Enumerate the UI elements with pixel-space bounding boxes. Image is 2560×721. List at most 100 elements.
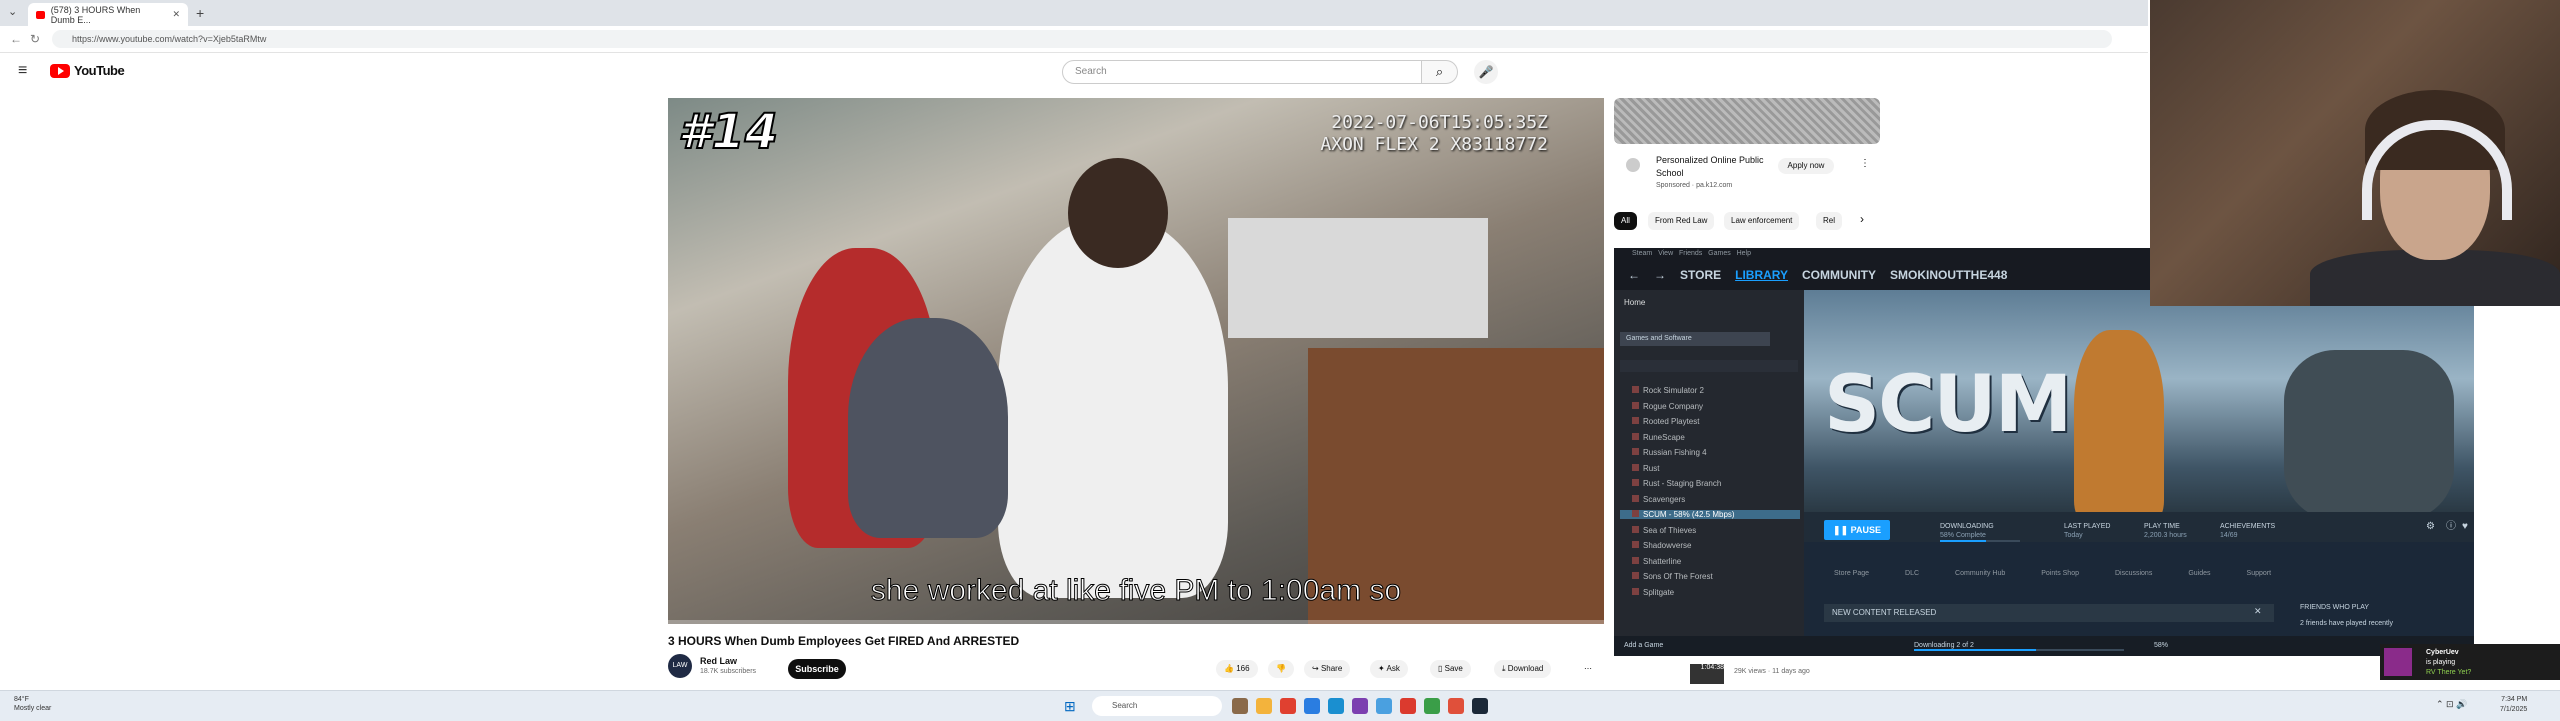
friend-notification[interactable]: CyberUev is playing RV There Yet?: [2380, 644, 2560, 680]
new-content-close-icon[interactable]: ✕: [2254, 606, 2262, 617]
steam-forward-icon[interactable]: →: [1654, 268, 1666, 282]
person-white-shirt: [998, 218, 1228, 598]
steam-menu-friends[interactable]: Friends: [1679, 250, 1702, 257]
like-button[interactable]: 👍 166: [1216, 660, 1258, 678]
tab-list-chevron-icon[interactable]: ⌄: [8, 5, 17, 18]
steam-menu-steam[interactable]: Steam: [1632, 250, 1652, 257]
steam-game-title: Russian Fishing 4: [1643, 448, 1707, 457]
steam-tab-dlc[interactable]: DLC: [1905, 570, 1919, 577]
steam-nav-community[interactable]: COMMUNITY: [1802, 268, 1876, 282]
video-player[interactable]: #14 2022-07-06T15:05:35Z AXON FLEX 2 X83…: [668, 98, 1604, 624]
steam-icon[interactable]: [1472, 698, 1488, 714]
save-button[interactable]: ▯ Save: [1430, 660, 1471, 678]
steam-game-item[interactable]: SCUM - 58% (42.5 Mbps): [1620, 510, 1800, 519]
steam-game-item[interactable]: Rust - Staging Branch: [1632, 479, 1721, 488]
subscribe-button[interactable]: Subscribe: [788, 659, 846, 679]
new-tab-button[interactable]: +: [196, 5, 204, 21]
steam-settings-icon[interactable]: ⚙: [2426, 522, 2435, 532]
steam-menu-games[interactable]: Games: [1708, 250, 1731, 257]
channel-name[interactable]: Red Law: [700, 656, 737, 666]
add-game-button[interactable]: Add a Game: [1624, 636, 1663, 656]
ad-banner-image[interactable]: [1614, 98, 1880, 144]
tab-youtube[interactable]: (578) 3 HOURS When Dumb E... ✕: [28, 3, 188, 26]
chip-next-chevron-icon[interactable]: ›: [1860, 212, 1864, 226]
video-progress-bar[interactable]: [668, 620, 1604, 624]
microphone-icon[interactable]: 🎤: [1474, 60, 1498, 84]
back-icon[interactable]: ←: [10, 32, 22, 46]
tab-close-icon[interactable]: ✕: [172, 9, 180, 20]
edge-icon[interactable]: [1328, 698, 1344, 714]
steam-library-search[interactable]: [1620, 360, 1798, 372]
dislike-button[interactable]: 👎: [1268, 660, 1294, 678]
windows-start-icon[interactable]: ⊞: [1064, 698, 1076, 715]
steam-game-item[interactable]: Rust: [1632, 463, 1659, 473]
taskbar-search[interactable]: Search: [1092, 696, 1222, 716]
steam-nav-library[interactable]: LIBRARY: [1735, 268, 1788, 282]
steam-home-link[interactable]: Home: [1624, 298, 1645, 307]
chip-from-red-law[interactable]: From Red Law: [1648, 212, 1715, 230]
weather-widget[interactable]: 84°F Mostly clear: [14, 695, 51, 713]
clock-date: 7/1/2025: [2500, 706, 2528, 713]
ask-button[interactable]: ✦ Ask: [1370, 660, 1408, 678]
file-explorer-icon[interactable]: [1256, 698, 1272, 714]
steam-game-item[interactable]: Sea of Thieves: [1632, 525, 1696, 535]
steam-game-item[interactable]: Splitgate: [1632, 587, 1674, 597]
taskbar-app-icon[interactable]: [1376, 698, 1392, 714]
steam-back-icon[interactable]: ←: [1628, 268, 1640, 282]
chip-law-enforcement[interactable]: Law enforcement: [1724, 212, 1800, 230]
steam-game-item[interactable]: Rock Simulator 2: [1632, 386, 1704, 395]
steam-tab-guides[interactable]: Guides: [2188, 570, 2210, 577]
steam-game-item[interactable]: RuneScape: [1632, 432, 1685, 442]
system-tray[interactable]: ⌃ ⊡ 🔊: [2436, 699, 2467, 710]
youtube-logo[interactable]: YouTube: [50, 63, 125, 78]
taskbar-app-icon[interactable]: [1448, 698, 1464, 714]
steam-nav-profile[interactable]: SMOKINOUTTHE448: [1890, 268, 2007, 282]
ad-title[interactable]: Personalized Online Public School: [1656, 154, 1766, 180]
taskbar-app-icon[interactable]: [1352, 698, 1368, 714]
steam-tab-support[interactable]: Support: [2247, 570, 2272, 577]
pause-download-button[interactable]: ❚❚ PAUSE: [1824, 520, 1890, 540]
video-thumbnail-duration[interactable]: 1:04:38: [1690, 664, 1724, 684]
chip-related[interactable]: Rel: [1816, 212, 1843, 230]
steam-info-icon[interactable]: ⓘ: [2446, 522, 2456, 532]
more-actions-icon[interactable]: ⋯: [1576, 660, 1600, 678]
steam-game-item[interactable]: Scavengers: [1632, 494, 1685, 504]
steam-menu-help[interactable]: Help: [1737, 250, 1751, 257]
taskbar-app-icon[interactable]: [1232, 698, 1248, 714]
menu-icon[interactable]: ≡: [18, 62, 27, 80]
steam-library-filter[interactable]: Games and Software: [1620, 332, 1770, 346]
steam-tab-points-shop[interactable]: Points Shop: [2041, 570, 2079, 577]
ad-more-icon[interactable]: ⋮: [1860, 158, 1870, 169]
steam-tab-discussions[interactable]: Discussions: [2115, 570, 2152, 577]
game-icon: [1632, 479, 1639, 486]
steam-game-item[interactable]: Rogue Company: [1632, 401, 1703, 411]
steam-game-item[interactable]: Shadowverse: [1632, 541, 1691, 550]
search-icon[interactable]: ⌕: [1422, 60, 1458, 84]
url-field[interactable]: https://www.youtube.com/watch?v=Xjeb5taR…: [52, 30, 2112, 48]
steam-favorite-icon[interactable]: ♥: [2462, 522, 2468, 532]
apply-now-button[interactable]: Apply now: [1778, 158, 1834, 174]
download-button[interactable]: ⤓ Download: [1494, 660, 1552, 678]
steam-game-item[interactable]: Sons Of The Forest: [1632, 572, 1713, 581]
share-button[interactable]: ↪ Share: [1304, 660, 1351, 678]
taskbar-app-icon[interactable]: [1280, 698, 1296, 714]
reload-icon[interactable]: ↻: [30, 32, 40, 46]
search-input[interactable]: Search: [1062, 60, 1422, 84]
steam-nav-store[interactable]: STORE: [1680, 268, 1721, 282]
chip-all[interactable]: All: [1614, 212, 1637, 230]
chrome-icon[interactable]: [1400, 698, 1416, 714]
friends-text[interactable]: 2 friends have played recently: [2300, 616, 2393, 632]
steam-game-item[interactable]: Russian Fishing 4: [1632, 448, 1707, 457]
clock[interactable]: 7:34 PM 7/1/2025: [2500, 695, 2527, 715]
bottom-download-status[interactable]: Downloading 2 of 2: [1914, 636, 1974, 656]
steam-game-item[interactable]: Shatterline: [1632, 556, 1681, 566]
steam-menu-view[interactable]: View: [1658, 250, 1673, 257]
play-time: PLAY TIME 2,200.3 hours: [2144, 522, 2187, 540]
new-content-banner[interactable]: NEW CONTENT RELEASED: [1824, 604, 2274, 622]
steam-game-item[interactable]: Rooted Playtest: [1632, 417, 1699, 426]
steam-tab-community-hub[interactable]: Community Hub: [1955, 570, 2005, 577]
channel-avatar[interactable]: LAW: [668, 654, 692, 678]
steam-tab-store-page[interactable]: Store Page: [1834, 570, 1869, 577]
store-icon[interactable]: [1304, 698, 1320, 714]
taskbar-app-icon[interactable]: [1424, 698, 1440, 714]
